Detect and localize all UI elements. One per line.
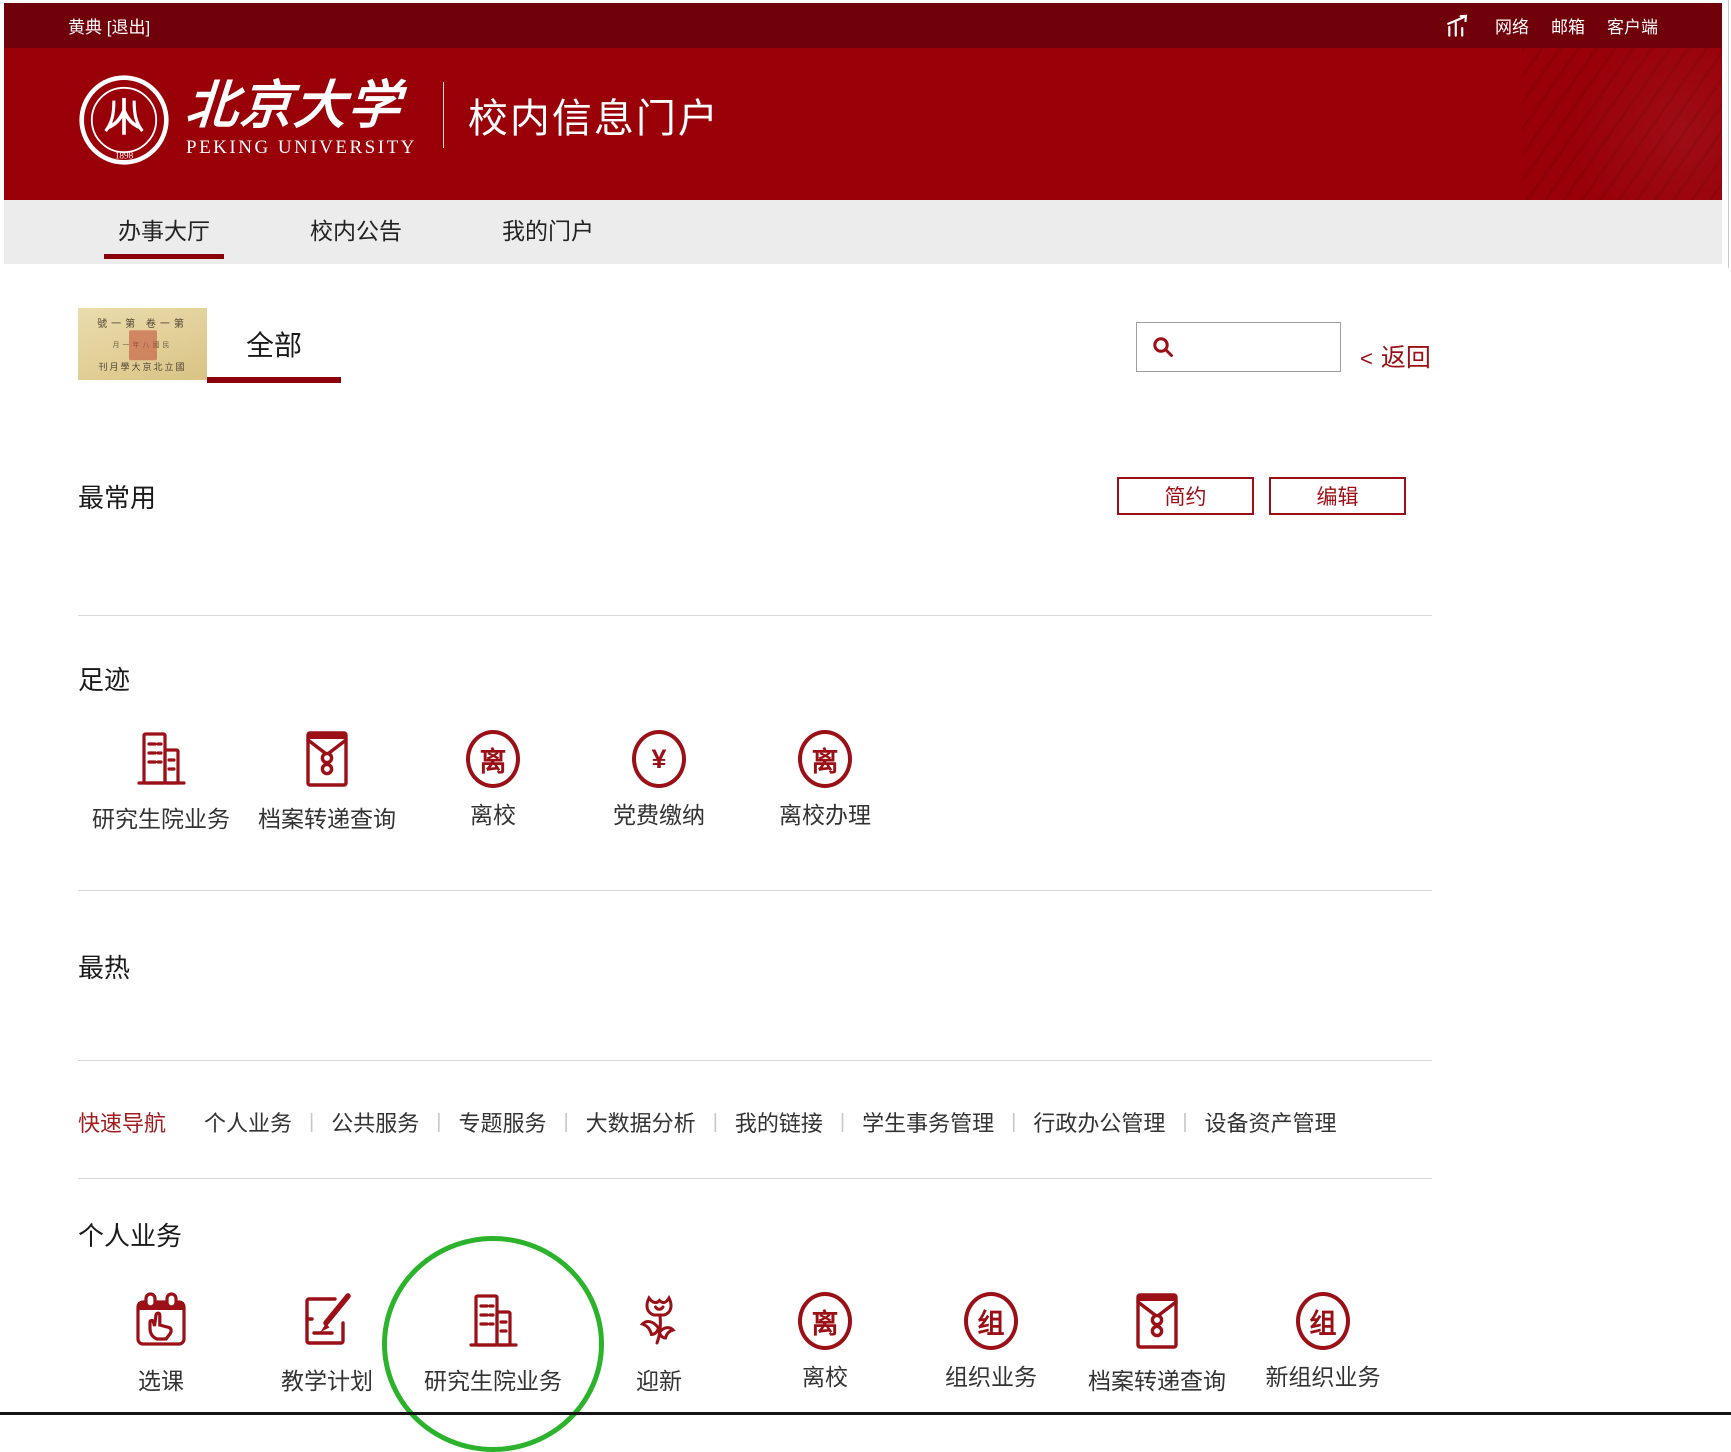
calendar-hand-icon (129, 1288, 193, 1354)
section-divider (78, 615, 1432, 616)
service-item[interactable]: 研究生院业务 (410, 1288, 576, 1396)
nav-separator: | (840, 1111, 845, 1134)
search-box (1136, 322, 1341, 372)
window-bottom-edge (0, 1412, 1731, 1415)
edit-doc-icon (295, 1288, 359, 1354)
personal-item-row: 选课 教学计划 研究生院业务 迎新离离校组组织业务 (78, 1288, 1406, 1396)
service-item-label: 教学计划 (281, 1362, 373, 1396)
nav-separator: | (1182, 1111, 1187, 1134)
service-item[interactable]: 离离校 (742, 1288, 908, 1396)
service-item[interactable]: 教学计划 (244, 1288, 410, 1396)
service-item[interactable]: 离离校办理 (742, 726, 908, 834)
service-item[interactable]: 档案转递查询 (1074, 1288, 1240, 1396)
service-item-label: 离校 (470, 796, 516, 830)
pku-seal-logo: 1898 (78, 74, 170, 166)
service-item[interactable]: 迎新 (576, 1288, 742, 1396)
service-item[interactable]: 档案转递查询 (244, 726, 410, 834)
building-icon (461, 1288, 525, 1354)
quick-nav-bar: 快速导航 个人业务 | 公共服务 | 专题服务 | 大数据分析 | 我的链接 | 学生事务管理 | 行政… (78, 1106, 1337, 1138)
quick-nav-link[interactable]: 专题服务 (458, 1106, 546, 1138)
back-arrow-icon: < (1360, 346, 1373, 371)
topbar-link-network[interactable]: 网络 (1495, 13, 1529, 38)
service-item-label: 党费缴纳 (613, 796, 705, 830)
scrollbar-edge (1728, 0, 1729, 268)
quick-nav-link[interactable]: 公共服务 (331, 1106, 419, 1138)
nav-separator: | (309, 1111, 314, 1134)
search-input[interactable] (1183, 336, 1330, 359)
logged-in-user[interactable]: 黄典 [退出] (68, 13, 150, 38)
building-icon (129, 726, 193, 792)
svg-text:1898: 1898 (115, 151, 134, 161)
service-item[interactable]: 研究生院业务 (78, 726, 244, 834)
service-item-label: 研究生院业务 (424, 1362, 562, 1396)
service-item[interactable]: 选课 (78, 1288, 244, 1396)
service-item-label: 迎新 (636, 1362, 682, 1396)
section-title-personal: 个人业务 (78, 1216, 182, 1253)
top-user-bar: 黄典 [退出] 网络 邮箱 客户端 (4, 3, 1722, 48)
tab-my-portal[interactable]: 我的门户 (488, 200, 608, 264)
brand-header: 1898 北京大学 PEKING UNIVERSITY 校内信息门户 (4, 48, 1722, 200)
nav-separator: | (436, 1111, 441, 1134)
quick-nav-link[interactable]: 我的链接 (735, 1106, 823, 1138)
file-bag-icon (1125, 1288, 1189, 1354)
nav-separator: | (713, 1111, 718, 1134)
header-watermark (1522, 48, 1722, 200)
glyph-circle-icon: 组 (964, 1292, 1018, 1350)
topbar-link-mail[interactable]: 邮箱 (1551, 13, 1585, 38)
file-bag-icon (295, 726, 359, 792)
service-item[interactable]: 离离校 (410, 726, 576, 834)
footprints-item-row: 研究生院业务 档案转递查询离离校¥党费缴纳离离校办理 (78, 726, 908, 834)
yuan-circle-icon: ¥ (632, 730, 686, 788)
category-tab-all[interactable]: 全部 (207, 308, 341, 380)
section-divider (78, 890, 1432, 891)
service-item[interactable]: 组新组织业务 (1240, 1288, 1406, 1396)
simple-mode-button[interactable]: 简约 (1117, 477, 1254, 515)
glyph-circle-icon: 离 (466, 730, 520, 788)
service-item-label: 档案转递查询 (1088, 1362, 1226, 1396)
back-link[interactable]: <返回 (1360, 338, 1431, 374)
flower-icon (627, 1288, 691, 1354)
edit-button[interactable]: 编辑 (1269, 477, 1406, 515)
university-name-zh: 北京大学 (184, 81, 418, 130)
service-item-label: 新组织业务 (1266, 1358, 1381, 1392)
header-divider (443, 82, 444, 148)
quick-nav-link[interactable]: 学生事务管理 (862, 1106, 994, 1138)
glyph-circle-icon: 组 (1296, 1292, 1350, 1350)
section-title-most-used: 最常用 (78, 478, 156, 515)
quick-nav-label[interactable]: 快速导航 (78, 1106, 166, 1138)
section-title-footprints: 足迹 (78, 660, 130, 697)
tab-campus-announcements[interactable]: 校内公告 (296, 200, 416, 264)
service-item-label: 研究生院业务 (92, 800, 230, 834)
service-item-label: 离校 (802, 1358, 848, 1392)
search-icon (1151, 335, 1175, 359)
service-item-label: 离校办理 (779, 796, 871, 830)
main-tab-bar: 办事大厅 校内公告 我的门户 (4, 200, 1722, 264)
service-item-label: 选课 (138, 1362, 184, 1396)
university-name-en: PEKING UNIVERSITY (186, 137, 417, 159)
nav-separator: | (1011, 1111, 1016, 1134)
red-seal-stamp (129, 330, 157, 360)
service-item[interactable]: ¥ 党费缴纳 (576, 726, 742, 834)
quick-nav-link[interactable]: 大数据分析 (586, 1106, 696, 1138)
service-item[interactable]: 组组织业务 (908, 1288, 1074, 1396)
service-item-label: 档案转递查询 (258, 800, 396, 834)
glyph-circle-icon: 离 (798, 730, 852, 788)
portal-title: 校内信息门户 (468, 86, 720, 144)
category-thumbnail[interactable]: 號一第 卷一第 月一年八國民 刊月學大京北立國 (78, 308, 207, 380)
service-item-label: 组织业务 (945, 1358, 1037, 1392)
quick-nav-link[interactable]: 设备资产管理 (1205, 1106, 1337, 1138)
section-divider (78, 1060, 1432, 1061)
section-divider (78, 1178, 1432, 1179)
nav-separator: | (563, 1111, 568, 1134)
glyph-circle-icon: 离 (798, 1292, 852, 1350)
bar-chart-up-icon[interactable] (1445, 13, 1473, 39)
quick-nav-link[interactable]: 个人业务 (204, 1106, 292, 1138)
quick-nav-link[interactable]: 行政办公管理 (1033, 1106, 1165, 1138)
section-title-hottest: 最热 (78, 948, 130, 985)
topbar-link-client[interactable]: 客户端 (1607, 13, 1658, 38)
tab-service-hall[interactable]: 办事大厅 (104, 200, 224, 264)
